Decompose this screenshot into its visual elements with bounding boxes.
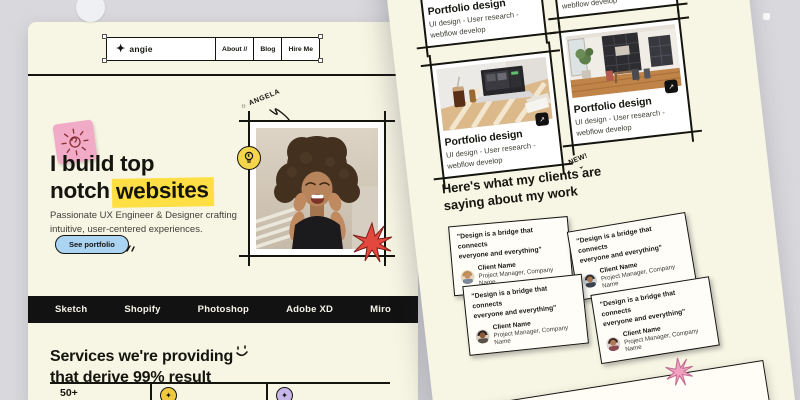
nav-item-hire-me[interactable]: Hire Me bbox=[281, 38, 319, 60]
selection-handle[interactable] bbox=[102, 58, 107, 63]
emphasis-marks-icon bbox=[124, 241, 136, 253]
arrow-upright-icon[interactable]: ↗ bbox=[535, 112, 549, 126]
bottom-section-box bbox=[475, 360, 792, 400]
portfolio-card[interactable]: ↗ Portfolio design UI design - User rese… bbox=[403, 0, 547, 48]
hero-description: Passionate UX Engineer & Designer crafti… bbox=[50, 209, 237, 238]
skill-item: Adobe XD bbox=[286, 304, 333, 315]
skill-item: Miro bbox=[370, 304, 391, 315]
selection-handle[interactable] bbox=[318, 34, 323, 39]
skill-item: Photoshop bbox=[198, 304, 249, 315]
sparkle-logo-icon: ✦ bbox=[116, 44, 125, 55]
avatar bbox=[605, 336, 621, 352]
stat-divider bbox=[150, 384, 152, 400]
right-panel: ↗ Portfolio design UI design - User rese… bbox=[378, 0, 800, 400]
title-highlight: websites bbox=[112, 177, 214, 207]
stats-row: 50+ ✦ ✦ bbox=[50, 384, 390, 400]
see-portfolio-button[interactable]: See portfolio bbox=[55, 235, 129, 254]
quote-text: "Design is a bridge that connectseveryon… bbox=[457, 224, 563, 262]
stat-value: 50+ bbox=[60, 387, 78, 399]
starburst-icon bbox=[350, 221, 394, 265]
skill-item: Sketch bbox=[55, 304, 87, 315]
arrow-upright-icon[interactable]: ↗ bbox=[664, 79, 678, 93]
nav-item-about[interactable]: About // bbox=[215, 38, 253, 60]
lightbulb-icon bbox=[237, 146, 261, 170]
skills-bar: Sketch Shopify Photoshop Adobe XD Miro bbox=[28, 296, 418, 323]
testimonial-card: "Design is a bridge that connectseveryon… bbox=[462, 274, 589, 356]
star-icon: ✦ bbox=[276, 387, 293, 400]
chevron-down-icon: ⌄ bbox=[577, 162, 585, 171]
skill-item: Shopify bbox=[124, 304, 160, 315]
portfolio-card[interactable]: ↗ Portfolio design UI design - User rese… bbox=[535, 0, 679, 19]
nav-item-blog[interactable]: Blog bbox=[253, 38, 281, 60]
portfolio-card[interactable]: ↗ Portfolio design UI design - User rese… bbox=[430, 50, 564, 179]
pin-circle bbox=[76, 0, 105, 22]
sun-glyph-icon: ☼ bbox=[239, 102, 248, 111]
site-logo[interactable]: ✦ angie bbox=[107, 38, 215, 60]
avatar bbox=[582, 272, 598, 288]
site-logo-label: angie bbox=[129, 44, 152, 54]
portfolio-card[interactable]: ↗ Portfolio design UI design - User rese… bbox=[559, 17, 693, 146]
avatar bbox=[460, 269, 475, 284]
page-title: I build top notchwebsites bbox=[50, 151, 213, 206]
selection-handle[interactable] bbox=[102, 34, 107, 39]
smiley-icon bbox=[233, 344, 251, 360]
avatar bbox=[475, 328, 490, 343]
highlight-dot bbox=[763, 13, 770, 20]
left-panel: ✦ angie About // Blog Hire Me I build to… bbox=[28, 22, 418, 400]
stat-divider bbox=[266, 384, 268, 400]
header-divider bbox=[28, 74, 418, 76]
flower-doodle-icon bbox=[661, 354, 696, 389]
selection-handle[interactable] bbox=[318, 58, 323, 63]
nav-box: ✦ angie About // Blog Hire Me bbox=[106, 37, 320, 61]
coin-star-icon: ✦ bbox=[160, 387, 177, 400]
